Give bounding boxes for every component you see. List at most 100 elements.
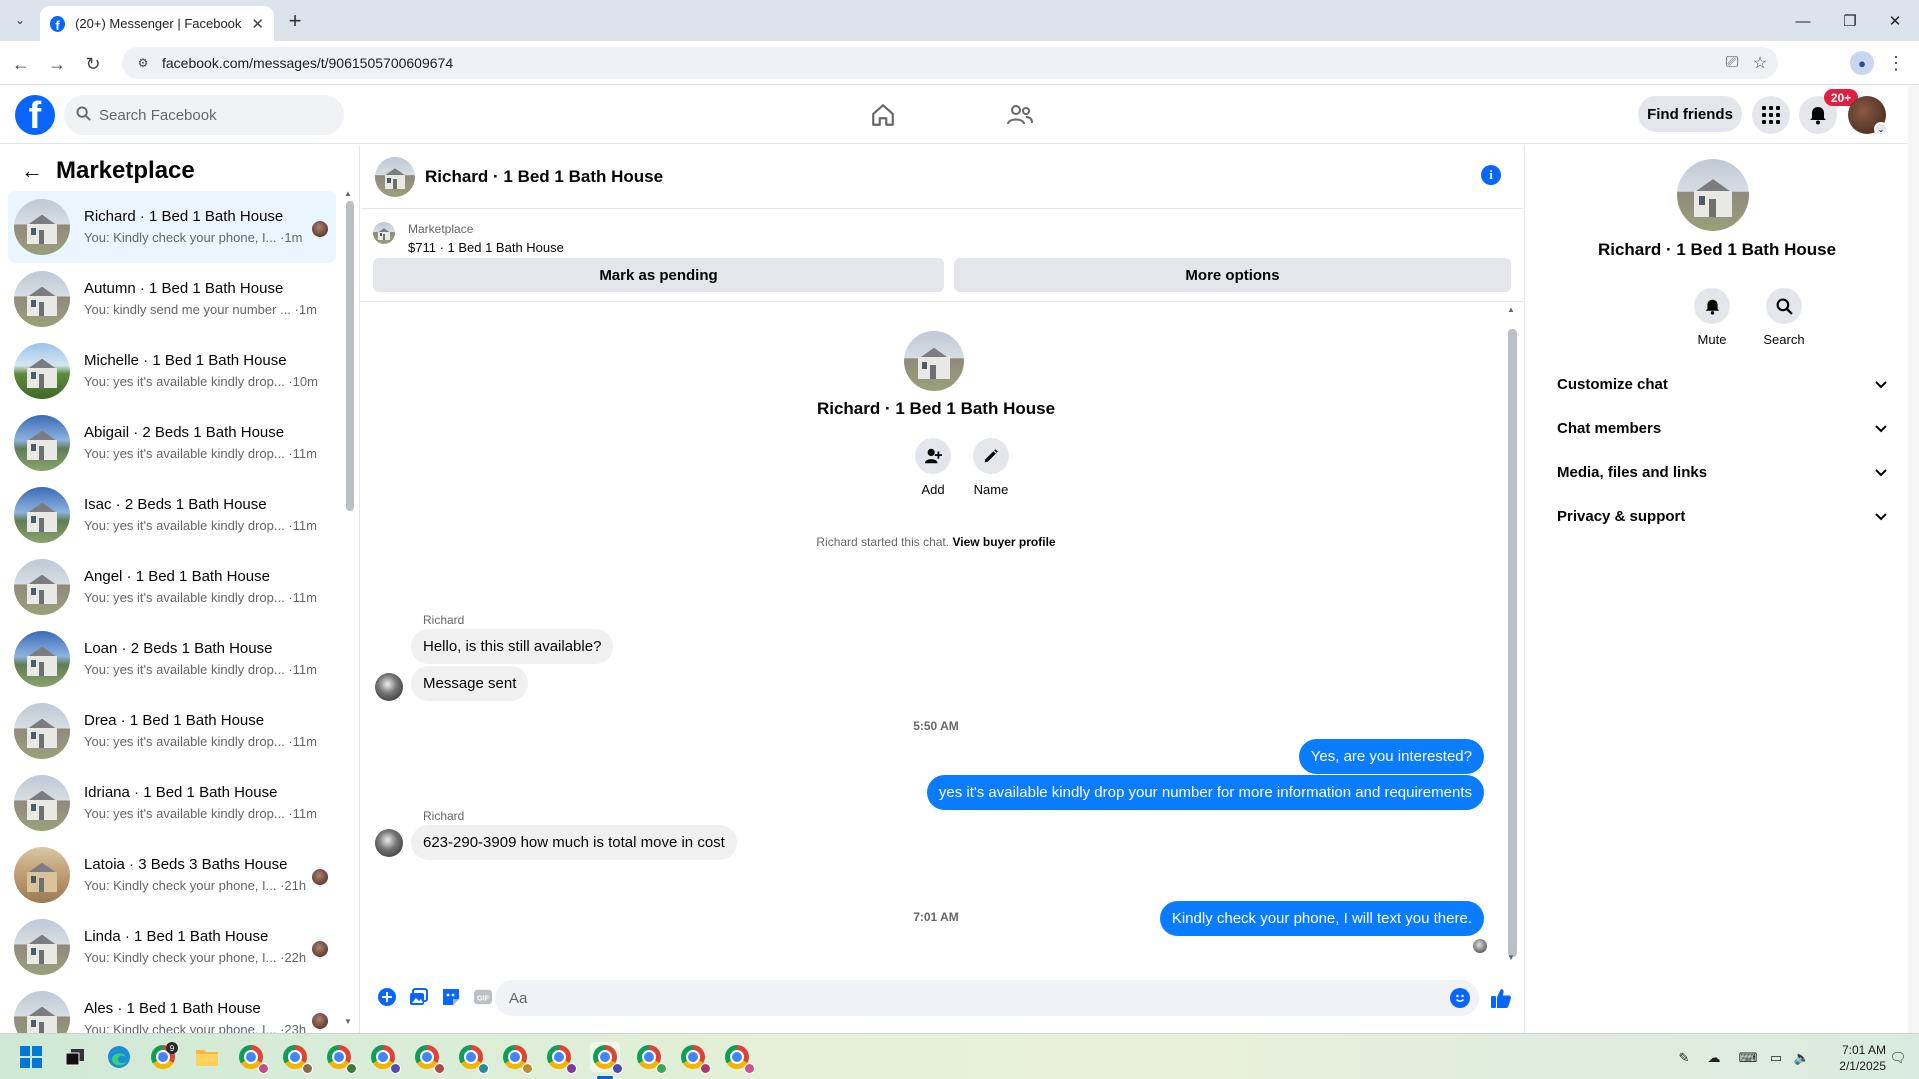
network-icon[interactable]: ▭ (1766, 1048, 1786, 1068)
file-explorer-icon[interactable] (192, 1042, 222, 1072)
details-thumbnail[interactable] (1677, 159, 1749, 231)
add-people-button[interactable]: Add (903, 438, 963, 497)
account-caret-icon[interactable]: ⌄ (1874, 122, 1888, 136)
tab-close-icon[interactable]: ✕ (251, 15, 264, 33)
media-files-links-section[interactable]: Media, files and links (1541, 454, 1893, 490)
chrome-profile-icon[interactable] (722, 1042, 755, 1074)
sender-avatar[interactable] (375, 673, 403, 701)
taskbar-clock[interactable]: 7:01 AM 2/1/2025 (1826, 1042, 1886, 1074)
tab-search-icon[interactable]: ⌄ (8, 8, 32, 32)
pen-icon[interactable]: ✎ (1674, 1048, 1694, 1068)
chrome-profile-icon-active[interactable] (590, 1042, 623, 1074)
chrome-profile-icon[interactable] (368, 1042, 401, 1074)
menu-grid-icon[interactable] (1752, 96, 1790, 134)
conversation-item[interactable]: Ales · 1 Bed 1 Bath House You: Kindly che… (8, 983, 336, 1033)
browser-tab[interactable]: f (20+) Messenger | Facebook ✕ (40, 6, 274, 41)
conversation-item[interactable]: Angel · 1 Bed 1 Bath House You: yes it's … (8, 551, 336, 623)
facebook-search-input[interactable] (99, 106, 319, 124)
install-app-icon[interactable]: ⎚ (1722, 53, 1742, 73)
facebook-search-box[interactable] (64, 95, 344, 135)
scroll-up-icon[interactable]: ▲ (1507, 305, 1515, 314)
scrollbar-thumb[interactable] (1508, 329, 1517, 957)
photo-icon[interactable] (409, 987, 429, 1007)
restore-icon[interactable]: ❐ (1830, 8, 1870, 34)
scroll-down-icon[interactable]: ▼ (344, 1017, 352, 1026)
chrome-profile-icon[interactable] (236, 1042, 269, 1074)
edge-icon[interactable] (104, 1042, 134, 1072)
privacy-support-section[interactable]: Privacy & support (1541, 498, 1893, 534)
listing-price-title[interactable]: $711 · 1 Bed 1 Bath House (408, 240, 564, 255)
browser-profile-icon[interactable]: ● (1850, 51, 1874, 75)
emoji-icon[interactable] (1450, 988, 1470, 1008)
conversation-item[interactable]: Loan · 2 Beds 1 Bath House You: yes it's … (8, 623, 336, 695)
new-tab-icon[interactable]: + (282, 8, 308, 34)
chat-header-name[interactable]: Richard · 1 Bed 1 Bath House (425, 167, 663, 187)
sticker-icon[interactable] (441, 987, 461, 1007)
minimize-icon[interactable]: — (1783, 8, 1823, 34)
chrome-profile-icon[interactable] (456, 1042, 489, 1074)
incoming-message[interactable]: Hello, is this still available? (411, 629, 614, 664)
info-icon[interactable]: i (1481, 165, 1501, 185)
find-friends-button[interactable]: Find friends (1638, 96, 1742, 132)
chrome-profile-icon[interactable] (280, 1042, 313, 1074)
thumbs-up-icon[interactable] (1488, 985, 1514, 1011)
keyboard-icon[interactable]: ⌨ (1738, 1048, 1758, 1068)
outgoing-message[interactable]: yes it's available kindly drop your numb… (926, 775, 1484, 810)
notification-center-icon[interactable]: 🗨 (1888, 1048, 1908, 1068)
sidebar-scrollbar[interactable]: ▲ ▼ (343, 189, 355, 1029)
home-icon[interactable] (866, 98, 900, 132)
close-window-icon[interactable]: ✕ (1875, 8, 1915, 34)
forward-icon[interactable]: → (44, 51, 70, 77)
name-chat-button[interactable]: Name (961, 438, 1021, 497)
gif-icon[interactable]: GIF (473, 987, 493, 1007)
bookmark-star-icon[interactable]: ☆ (1750, 53, 1770, 73)
facebook-logo-icon[interactable]: f (15, 95, 55, 135)
view-buyer-profile-link[interactable]: View buyer profile (952, 535, 1055, 549)
windows-start-icon[interactable] (16, 1042, 46, 1072)
more-options-button[interactable]: More options (954, 258, 1511, 292)
scrollbar-thumb[interactable] (346, 201, 354, 511)
conversation-item[interactable]: Drea · 1 Bed 1 Bath House You: yes it's a… (8, 695, 336, 767)
page-scrollbar[interactable] (1908, 86, 1919, 1033)
friends-icon[interactable] (1003, 98, 1037, 132)
outgoing-message[interactable]: Yes, are you interested? (1298, 739, 1484, 774)
chat-scrollbar[interactable]: ▲ ▼ (1505, 303, 1519, 965)
onedrive-icon[interactable]: ☁ (1704, 1048, 1724, 1068)
browser-menu-icon[interactable]: ⋮ (1886, 51, 1906, 75)
conversation-item[interactable]: Latoia · 3 Beds 3 Baths House You: Kindly… (8, 839, 336, 911)
back-icon[interactable]: ← (8, 51, 34, 77)
details-name[interactable]: Richard · 1 Bed 1 Bath House (1525, 240, 1909, 260)
chrome-profile-icon[interactable] (544, 1042, 577, 1074)
customize-chat-section[interactable]: Customize chat (1541, 366, 1893, 402)
sender-avatar[interactable] (375, 829, 403, 857)
volume-icon[interactable]: 🔈 (1792, 1048, 1812, 1068)
conversation-item[interactable]: Autumn · 1 Bed 1 Bath House You: kindly s… (8, 263, 336, 335)
chrome-profile-icon[interactable] (678, 1042, 711, 1074)
address-bar[interactable]: ⚙ facebook.com/messages/t/90615057006096… (122, 47, 1778, 79)
chrome-taskbar-icon[interactable]: 9 (148, 1042, 178, 1072)
chrome-profile-icon[interactable] (412, 1042, 445, 1074)
message-input[interactable] (495, 980, 1479, 1016)
chat-header-thumbnail[interactable] (375, 157, 415, 197)
conversation-item[interactable]: Abigail · 2 Beds 1 Bath House You: yes it… (8, 407, 336, 479)
task-view-icon[interactable] (60, 1042, 90, 1072)
chrome-profile-icon[interactable] (324, 1042, 357, 1074)
incoming-message[interactable]: Message sent (411, 666, 529, 701)
scroll-up-icon[interactable]: ▲ (344, 189, 352, 198)
chat-members-section[interactable]: Chat members (1541, 410, 1893, 446)
conversation-item[interactable]: Linda · 1 Bed 1 Bath House You: Kindly ch… (8, 911, 336, 983)
chrome-profile-icon[interactable] (634, 1042, 667, 1074)
search-in-chat-button[interactable]: Search (1749, 288, 1819, 347)
scroll-down-icon[interactable]: ▼ (1507, 953, 1515, 962)
incoming-message[interactable]: 623-290-3909 how much is total move in c… (411, 825, 737, 860)
conversation-item[interactable]: Michelle · 1 Bed 1 Bath House You: yes it… (8, 335, 336, 407)
chrome-profile-icon[interactable] (500, 1042, 533, 1074)
plus-actions-icon[interactable] (377, 987, 397, 1007)
mute-button[interactable]: Mute (1677, 288, 1747, 347)
back-arrow-icon[interactable]: ← (20, 158, 44, 183)
mark-as-pending-button[interactable]: Mark as pending (373, 258, 944, 292)
outgoing-message[interactable]: Kindly check your phone, I will text you… (1159, 901, 1484, 936)
conversation-item[interactable]: Idriana · 1 Bed 1 Bath House You: yes it'… (8, 767, 336, 839)
site-info-icon[interactable]: ⚙ (134, 54, 152, 72)
listing-thumbnail[interactable] (373, 222, 395, 244)
